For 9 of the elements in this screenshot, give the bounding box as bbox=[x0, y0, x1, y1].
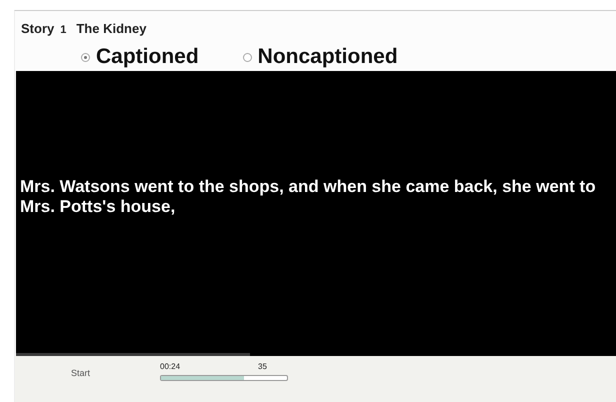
count-label: 35 bbox=[258, 362, 267, 371]
mode-radio-button[interactable]: Captioned bbox=[81, 45, 199, 69]
story-label: Story bbox=[21, 21, 54, 36]
elapsed-time: 00:24 bbox=[160, 362, 182, 371]
story-title: The Kidney bbox=[76, 21, 146, 36]
story-number: 1 bbox=[60, 24, 66, 36]
caption-text: Mrs. Watsons went to the shops, and when she came back, she went to Mrs. Potts's house, bbox=[19, 176, 597, 218]
start-button[interactable]: Start bbox=[71, 368, 131, 378]
mode-radio-button[interactable]: Noncaptioned bbox=[242, 45, 398, 69]
